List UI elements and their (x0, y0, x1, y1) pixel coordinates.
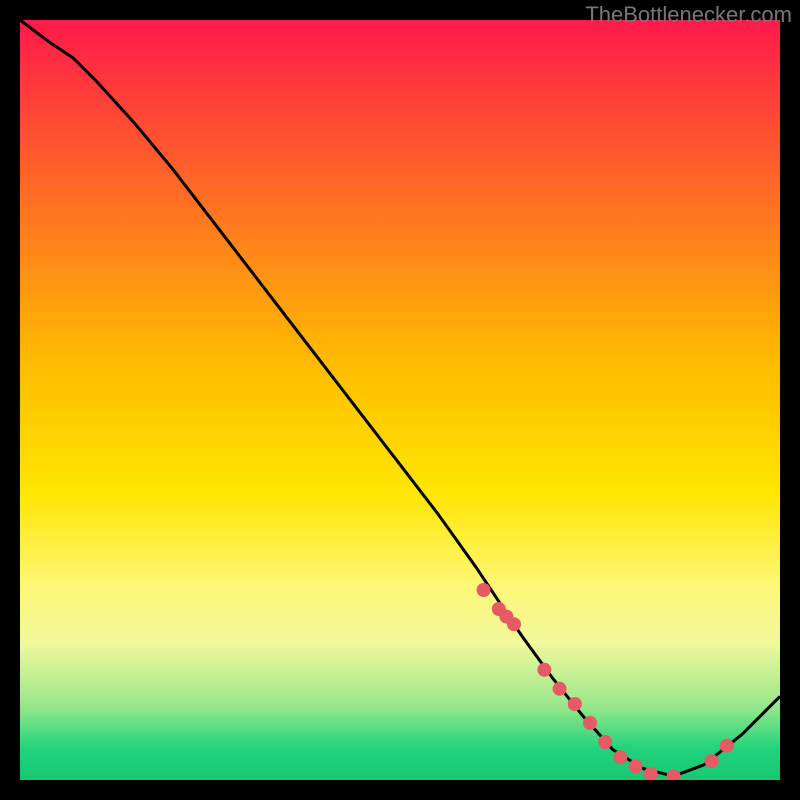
marker-point (583, 716, 597, 730)
marker-point (568, 697, 582, 711)
marker-point (720, 739, 734, 753)
chart-frame (20, 20, 780, 780)
gradient-background (20, 20, 780, 780)
marker-point (629, 759, 643, 773)
marker-point (598, 735, 612, 749)
marker-point (553, 682, 567, 696)
marker-point (477, 583, 491, 597)
chart-svg (20, 20, 780, 780)
marker-point (537, 663, 551, 677)
watermark-text: TheBottlenecker.com (585, 2, 792, 28)
marker-point (507, 617, 521, 631)
marker-point (705, 754, 719, 768)
marker-point (613, 750, 627, 764)
